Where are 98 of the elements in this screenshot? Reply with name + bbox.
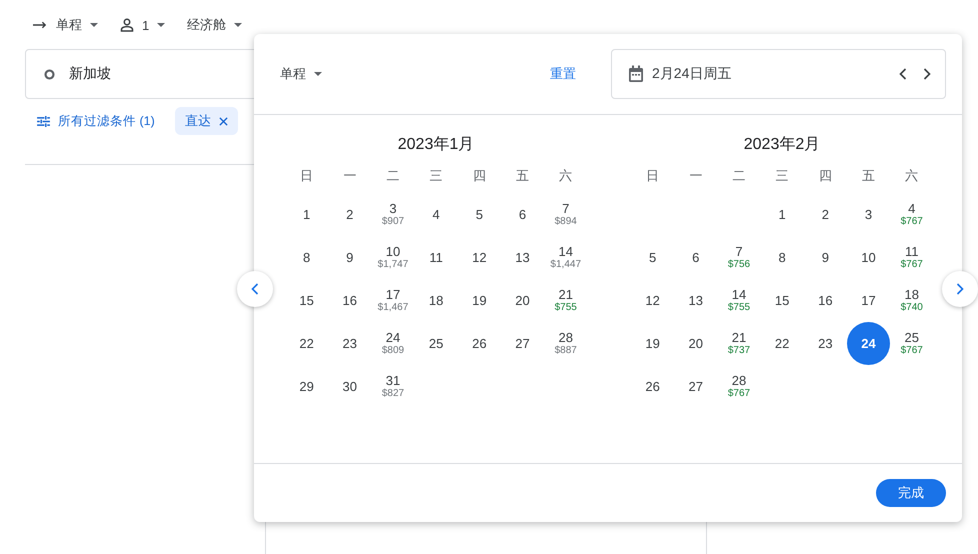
calendar-day[interactable]: 13 (674, 279, 718, 322)
calendar-day[interactable]: 6 (501, 193, 544, 236)
weekday-label: 二 (731, 167, 746, 185)
caret-icon (90, 23, 98, 27)
calendar-day[interactable]: 22 (285, 322, 328, 365)
chevron-left-icon (251, 283, 259, 295)
weekday-label: 三 (428, 167, 444, 185)
calendar-day[interactable]: 26 (631, 365, 674, 408)
caret-icon (234, 23, 242, 27)
calendar-day[interactable]: 11 (414, 236, 458, 279)
calendar-day[interactable]: 28 $887 (544, 322, 588, 365)
calendar-day[interactable]: 8 (760, 236, 804, 279)
calendar-day[interactable]: 2 (804, 193, 847, 236)
weekday-label: 四 (472, 167, 487, 185)
calendar-day[interactable]: 27 (674, 365, 718, 408)
month-title: 2023年2月 (744, 134, 820, 154)
calendar-day[interactable]: 18 $740 (890, 279, 934, 322)
calendar-day[interactable]: 31 $827 (371, 365, 414, 408)
calendar-day[interactable]: 25 $767 (890, 322, 934, 365)
weekday-label: 日 (299, 167, 314, 185)
cabin-dropdown[interactable]: 经济舱 (187, 16, 242, 34)
filter-chip[interactable]: 直达 (174, 107, 238, 135)
weekday-label: 日 (645, 167, 660, 185)
calendar-day[interactable]: 26 (458, 322, 501, 365)
caret-icon (157, 23, 166, 27)
weekday-label: 一 (342, 167, 358, 185)
calendar-day[interactable]: 18 (414, 279, 458, 322)
calendar-day[interactable]: 16 (328, 279, 372, 322)
calendar-day[interactable]: 17 $1,467 (371, 279, 414, 322)
trip-type-dropdown[interactable]: 单程 (280, 65, 322, 83)
calendar-day[interactable]: 23 (804, 322, 847, 365)
chevron-right-icon (923, 68, 931, 80)
calendar-day[interactable]: 20 (674, 322, 718, 365)
calendar-day[interactable]: 27 (501, 322, 544, 365)
calendar-icon (628, 65, 644, 83)
calendar-day[interactable]: 11 $767 (890, 236, 934, 279)
close-icon (218, 116, 228, 126)
calendar-day[interactable]: 2 (328, 193, 372, 236)
month-title: 2023年1月 (398, 134, 474, 154)
date-field[interactable]: 2月24日周五 (611, 49, 946, 99)
person-icon (120, 18, 134, 32)
calendar-day[interactable]: 29 (285, 365, 328, 408)
calendar-day[interactable]: 5 (458, 193, 501, 236)
calendar-day[interactable]: 24 $809 (371, 322, 414, 365)
chevron-left-icon (899, 68, 907, 80)
calendar-day[interactable]: 1 (760, 193, 804, 236)
calendar-day[interactable]: 14 $1,447 (544, 236, 588, 279)
calendar-day[interactable]: 15 (285, 279, 328, 322)
weekday-label: 二 (385, 167, 400, 185)
weekday-label: 四 (818, 167, 833, 185)
weekday-label: 六 (558, 167, 574, 185)
calendar-day[interactable]: 15 (760, 279, 804, 322)
calendar-day[interactable]: 8 (285, 236, 328, 279)
calendar-day[interactable]: 6 (674, 236, 718, 279)
calendar-day[interactable]: 24 (847, 322, 890, 365)
reset-button[interactable]: 重置 (550, 65, 576, 83)
passengers-dropdown[interactable]: 1 (120, 18, 166, 32)
weekday-label: 六 (904, 167, 920, 185)
weekday-label: 五 (861, 167, 876, 185)
calendar-day[interactable]: 13 (501, 236, 544, 279)
calendar-day[interactable]: 21 $755 (544, 279, 588, 322)
calendar-day[interactable]: 16 (804, 279, 847, 322)
calendar-day[interactable]: 7 $756 (717, 236, 760, 279)
calendar-day[interactable]: 14 $755 (717, 279, 760, 322)
all-filters-button[interactable]: 所有过滤条件 (1) (37, 112, 155, 130)
calendar-day[interactable]: 9 (804, 236, 847, 279)
calendar-day[interactable]: 25 (414, 322, 458, 365)
calendar-day[interactable]: 12 (631, 279, 674, 322)
calendar-day[interactable]: 21 $737 (717, 322, 760, 365)
circle-icon (44, 68, 55, 80)
calendar-day[interactable]: 19 (631, 322, 674, 365)
chevron-right-icon (956, 283, 964, 295)
calendar-day[interactable]: 10 (847, 236, 890, 279)
trip-dropdown[interactable]: 单程 (33, 16, 98, 34)
calendar-day[interactable]: 7 $894 (544, 193, 588, 236)
calendar-day[interactable]: 4 (414, 193, 458, 236)
weekday-label: 五 (515, 167, 530, 185)
calendar-day[interactable]: 23 (328, 322, 372, 365)
filter-icon (37, 116, 50, 126)
arrow-icon (33, 20, 48, 30)
calendar-day[interactable]: 28 $767 (717, 365, 760, 408)
calendar-day[interactable]: 20 (501, 279, 544, 322)
calendar-day[interactable]: 30 (328, 365, 372, 408)
weekday-label: 一 (688, 167, 704, 185)
calendar-day[interactable]: 17 (847, 279, 890, 322)
weekday-label: 三 (774, 167, 790, 185)
calendar-day[interactable]: 22 (760, 322, 804, 365)
calendar-day[interactable]: 3 (847, 193, 890, 236)
calendar-day[interactable]: 19 (458, 279, 501, 322)
calendar-day[interactable]: 1 (285, 193, 328, 236)
calendar-day[interactable]: 5 (631, 236, 674, 279)
calendar-day[interactable]: 9 (328, 236, 372, 279)
caret-icon (314, 72, 322, 76)
calendar-day[interactable]: 3 $907 (371, 193, 414, 236)
calendar-day[interactable]: 12 (458, 236, 501, 279)
calendar-day[interactable]: 4 $767 (890, 193, 934, 236)
calendar-day[interactable]: 10 $1,747 (371, 236, 414, 279)
done-button[interactable]: 完成 (876, 479, 946, 507)
